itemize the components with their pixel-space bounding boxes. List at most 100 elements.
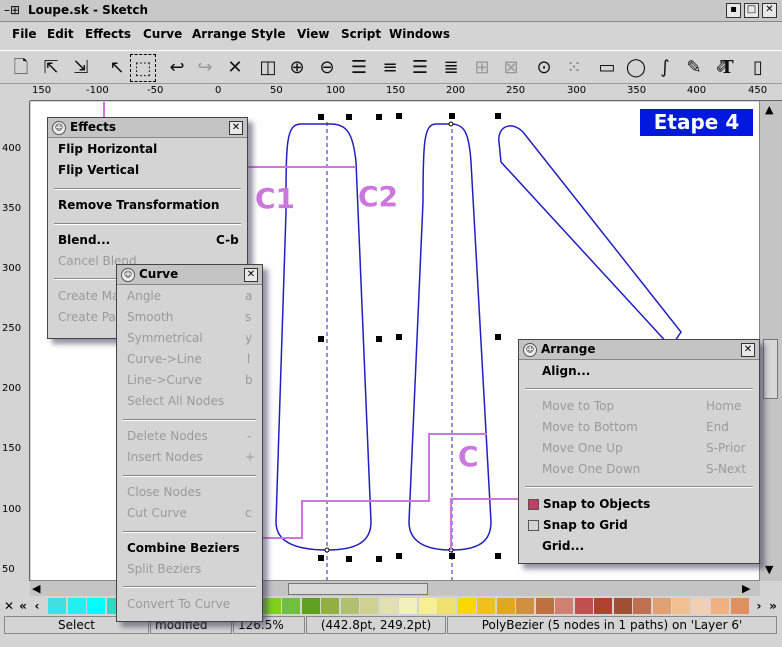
window-menu-icon[interactable]: –⊞ <box>4 3 20 17</box>
palette-swatch[interactable] <box>477 598 495 614</box>
ungroup-icon[interactable]: ⊠ <box>498 54 524 82</box>
scroll-down-icon[interactable]: ▼ <box>765 563 773 576</box>
horizontal-scroll-thumb[interactable] <box>288 583 428 595</box>
menu-item-align[interactable]: Align... <box>542 364 590 378</box>
redo-icon[interactable]: ↪ <box>192 54 218 82</box>
palette-swatch[interactable] <box>457 598 476 614</box>
no-color-icon[interactable]: ✕ <box>2 597 16 615</box>
bezier-tool-icon[interactable]: ∫ <box>652 54 678 82</box>
scroll-up-icon[interactable]: ▲ <box>765 103 773 116</box>
effects-dialog-titlebar[interactable]: ☺ Effects ✕ <box>48 118 247 138</box>
close-icon[interactable]: ✕ <box>762 3 777 18</box>
palette-swatch[interactable] <box>262 598 281 614</box>
palette-swatch[interactable] <box>535 598 554 614</box>
menu-windows[interactable]: Windows <box>389 27 450 41</box>
palette-swatch[interactable] <box>340 598 359 614</box>
palette-swatch[interactable] <box>613 598 632 614</box>
palette-swatch[interactable] <box>48 598 66 614</box>
palette-swatch[interactable] <box>301 598 320 614</box>
menu-item-flip-vertical[interactable]: Flip Vertical <box>58 163 139 177</box>
snap-objects-checkbox[interactable] <box>528 499 539 510</box>
minimize-icon[interactable]: ▪ <box>726 3 741 18</box>
close-icon[interactable]: ✕ <box>244 268 258 282</box>
menu-arrange[interactable]: Arrange <box>192 27 247 41</box>
menu-effects[interactable]: Effects <box>85 27 131 41</box>
grid-icon[interactable]: ⁙ <box>561 54 587 82</box>
vertical-scroll-thumb[interactable] <box>763 339 778 399</box>
freehand-tool-icon[interactable]: ✎ <box>681 54 707 82</box>
palette-swatch[interactable] <box>672 598 690 614</box>
separator <box>525 486 753 488</box>
menu-item-snap-to-objects[interactable]: Snap to Objects <box>543 497 650 511</box>
menu-item-blend[interactable]: Blend... <box>58 233 110 247</box>
layers-icon[interactable]: ▯ <box>745 54 771 82</box>
menu-view[interactable]: View <box>297 27 329 41</box>
scroll-right-icon[interactable]: ▶ <box>742 582 750 595</box>
palette-swatch[interactable] <box>516 598 534 614</box>
palette-swatch[interactable] <box>594 598 612 614</box>
vertical-scrollbar[interactable]: ▲ ▼ <box>759 101 782 581</box>
ruler-label: 400 <box>687 85 707 96</box>
scroll-left-icon[interactable]: ◀ <box>32 582 40 595</box>
snap-grid-checkbox[interactable] <box>528 520 539 531</box>
open-file-icon[interactable]: ⇱ <box>38 54 64 82</box>
menu-item-grid[interactable]: Grid... <box>542 539 584 553</box>
align-justify-icon[interactable]: ≣ <box>438 54 464 82</box>
delete-icon[interactable]: ✕ <box>222 54 248 82</box>
palette-swatch[interactable] <box>691 598 710 614</box>
palette-swatch[interactable] <box>730 598 749 614</box>
align-left-icon[interactable]: ☰ <box>346 54 372 82</box>
rectangle-tool-icon[interactable]: ▭ <box>594 54 620 82</box>
palette-swatch[interactable] <box>321 598 339 614</box>
menu-item-insert-nodes: Insert Nodes <box>127 450 203 464</box>
menu-item-combine-beziers[interactable]: Combine Beziers <box>127 541 240 555</box>
menu-style[interactable]: Style <box>251 27 285 41</box>
palette-swatch[interactable] <box>87 598 105 614</box>
select-tool-icon[interactable]: ⬚ <box>130 54 156 82</box>
menu-file[interactable]: File <box>12 27 37 41</box>
flip-h-icon[interactable]: ◫ <box>255 54 281 82</box>
palette-swatch[interactable] <box>379 598 398 614</box>
menu-item-flip-horizontal[interactable]: Flip Horizontal <box>58 142 157 156</box>
menu-item-snap-to-grid[interactable]: Snap to Grid <box>543 518 628 532</box>
close-icon[interactable]: ✕ <box>229 121 243 135</box>
palette-prev-icon[interactable]: ‹ <box>30 597 44 615</box>
menu-script[interactable]: Script <box>341 27 381 41</box>
align-center-icon[interactable]: ≡ <box>377 54 403 82</box>
group-icon[interactable]: ⊞ <box>469 54 495 82</box>
palette-next-icon[interactable]: › <box>752 597 766 615</box>
palette-swatch[interactable] <box>360 598 378 614</box>
palette-last-icon[interactable]: » <box>766 597 780 615</box>
palette-swatch[interactable] <box>418 598 437 614</box>
palette-swatch[interactable] <box>574 598 593 614</box>
zoom-icon[interactable]: ⊙ <box>531 54 557 82</box>
arrange-dialog-titlebar[interactable]: ☺ Arrange ✕ <box>519 340 759 360</box>
palette-swatch[interactable] <box>633 598 651 614</box>
align-right-icon[interactable]: ☰ <box>407 54 433 82</box>
rotate-icon[interactable]: ⊖ <box>314 54 340 82</box>
palette-swatch[interactable] <box>652 598 671 614</box>
close-icon[interactable]: ✕ <box>741 343 755 357</box>
ellipse-tool-icon[interactable]: ◯ <box>623 54 649 82</box>
curve-dialog-titlebar[interactable]: ☺ Curve ✕ <box>117 265 262 285</box>
save-file-icon[interactable]: ⇲ <box>68 54 94 82</box>
title-bar: –⊞ Loupe.sk - Sketch ▪ □ ✕ <box>0 0 782 22</box>
palette-first-icon[interactable]: « <box>16 597 30 615</box>
flip-v-icon[interactable]: ⊕ <box>284 54 310 82</box>
palette-swatch[interactable] <box>496 598 515 614</box>
palette-swatch[interactable] <box>399 598 417 614</box>
palette-swatch[interactable] <box>555 598 573 614</box>
palette-swatch[interactable] <box>438 598 456 614</box>
menu-edit[interactable]: Edit <box>47 27 74 41</box>
edit-tool-icon[interactable]: ↖ <box>104 54 130 82</box>
separator <box>123 586 256 588</box>
palette-swatch[interactable] <box>282 598 300 614</box>
palette-swatch[interactable] <box>711 598 729 614</box>
menu-curve[interactable]: Curve <box>143 27 182 41</box>
handle <box>346 114 352 120</box>
undo-icon[interactable]: ↩ <box>164 54 190 82</box>
new-file-icon[interactable]: 🗋 <box>8 54 34 82</box>
maximize-icon[interactable]: □ <box>744 3 759 18</box>
palette-swatch[interactable] <box>67 598 86 614</box>
menu-item-remove-transformation[interactable]: Remove Transformation <box>58 198 219 212</box>
